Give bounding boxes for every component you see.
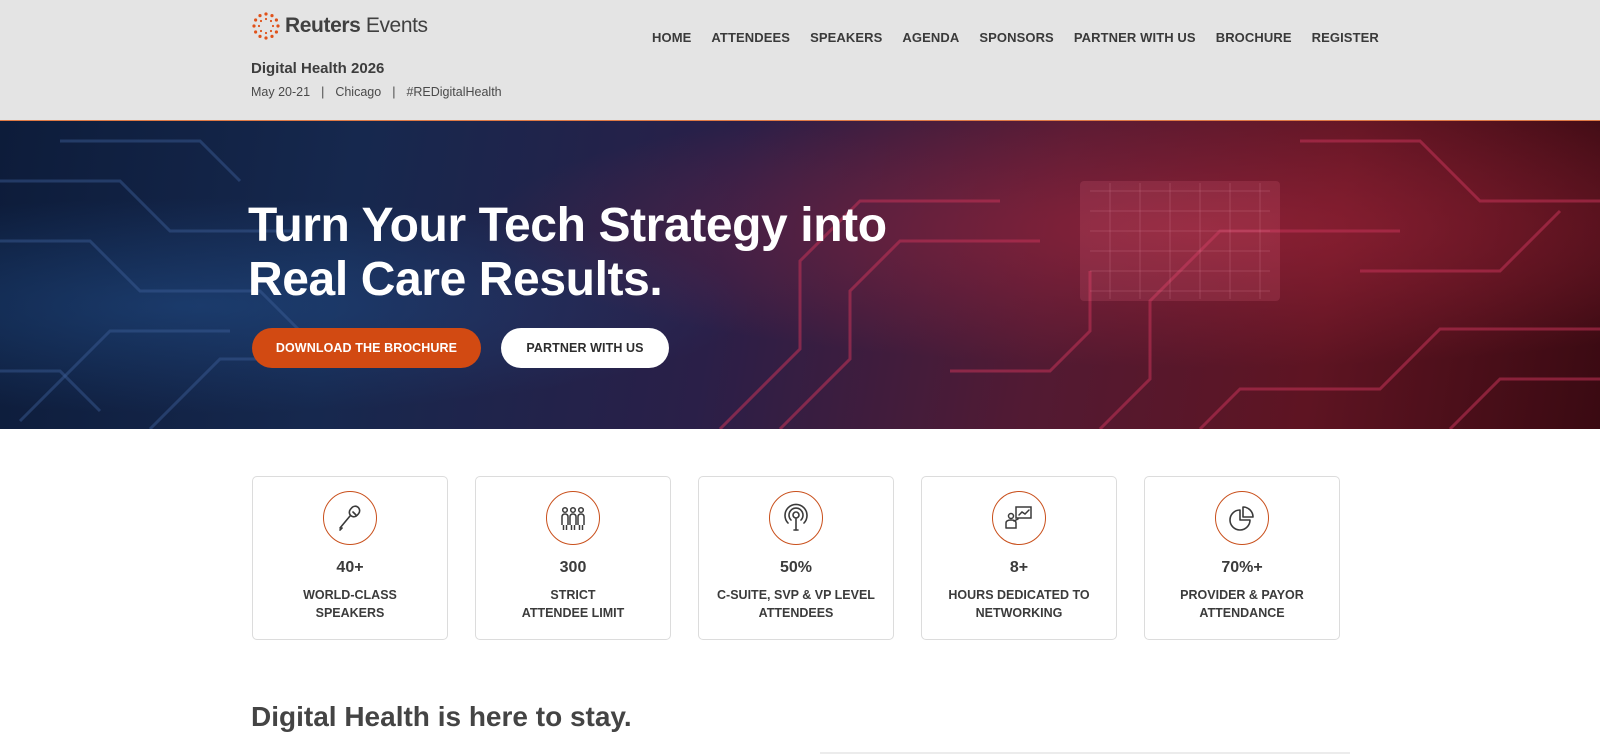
- stat-card: 70%+ PROVIDER & PAYOR ATTENDANCE: [1144, 476, 1340, 640]
- main-nav: HOME ATTENDEES SPEAKERS AGENDA SPONSORS …: [652, 30, 1399, 45]
- hero-headline-line1: Turn Your Tech Strategy into: [248, 199, 887, 252]
- stat-value: 8+: [1009, 559, 1029, 576]
- stat-value: 40+: [336, 559, 364, 576]
- hero-banner: Turn Your Tech Strategy into Real Care R…: [0, 121, 1600, 429]
- event-hashtag: #REDigitalHealth: [406, 85, 502, 99]
- event-title: Digital Health 2026: [251, 60, 385, 77]
- stat-card: 50% C-SUITE, SVP & VP LEVEL ATTENDEES: [698, 476, 894, 640]
- section-heading: Digital Health is here to stay.: [251, 701, 632, 732]
- stat-value: 50%: [779, 559, 813, 576]
- nav-agenda[interactable]: AGENDA: [902, 30, 959, 45]
- podcast-icon: [769, 491, 823, 545]
- nav-attendees[interactable]: ATTENDEES: [711, 30, 790, 45]
- stat-card: 300 STRICT ATTENDEE LIMIT: [475, 476, 671, 640]
- event-date: May 20-21: [251, 85, 311, 99]
- stat-value: 70%+: [1221, 559, 1263, 576]
- logo-text: Reuters Events: [285, 14, 428, 38]
- stats-row: 40+ WORLD-CLASS SPEAKERS 300 STRICT ATTE…: [252, 476, 1340, 640]
- stat-label: WORLD-CLASS SPEAKERS: [303, 588, 397, 620]
- stat-card: 8+ HOURS DEDICATED TO NETWORKING: [921, 476, 1117, 640]
- nav-speakers[interactable]: SPEAKERS: [810, 30, 882, 45]
- logo-brand: Reuters: [285, 14, 361, 37]
- microphone-icon: [323, 491, 377, 545]
- stat-card: 40+ WORLD-CLASS SPEAKERS: [252, 476, 448, 640]
- meta-separator: |: [321, 85, 325, 99]
- site-header: Reuters Events Digital Health 2026 May 2…: [0, 0, 1600, 121]
- hero-headline-line2: Real Care Results.: [248, 253, 663, 306]
- presenter-chart-icon: [992, 491, 1046, 545]
- event-meta: May 20-21 | Chicago | #REDigitalHealth: [251, 85, 502, 99]
- pie-chart-icon: [1215, 491, 1269, 545]
- stat-label: HOURS DEDICATED TO NETWORKING: [948, 588, 1090, 620]
- event-location: Chicago: [335, 85, 382, 99]
- partner-with-us-button[interactable]: PARTNER WITH US: [501, 328, 669, 368]
- nav-register[interactable]: REGISTER: [1312, 30, 1379, 45]
- people-group-icon: [546, 491, 600, 545]
- nav-partner-with-us[interactable]: PARTNER WITH US: [1074, 30, 1196, 45]
- nav-brochure[interactable]: BROCHURE: [1216, 30, 1292, 45]
- logo-sub: Events: [365, 14, 428, 37]
- stat-label: PROVIDER & PAYOR ATTENDANCE: [1180, 588, 1304, 620]
- hero-headline: Turn Your Tech Strategy into Real Care R…: [248, 199, 887, 307]
- reuters-events-logo[interactable]: Reuters Events: [251, 11, 428, 41]
- stat-value: 300: [559, 559, 587, 576]
- download-brochure-button[interactable]: DOWNLOAD THE BROCHURE: [252, 328, 481, 368]
- meta-separator: |: [392, 85, 396, 99]
- nav-sponsors[interactable]: SPONSORS: [979, 30, 1053, 45]
- stat-label: C-SUITE, SVP & VP LEVEL ATTENDEES: [717, 588, 875, 620]
- nav-home[interactable]: HOME: [652, 30, 691, 45]
- stat-label: STRICT ATTENDEE LIMIT: [521, 588, 625, 620]
- reuters-dots-icon: [252, 12, 280, 40]
